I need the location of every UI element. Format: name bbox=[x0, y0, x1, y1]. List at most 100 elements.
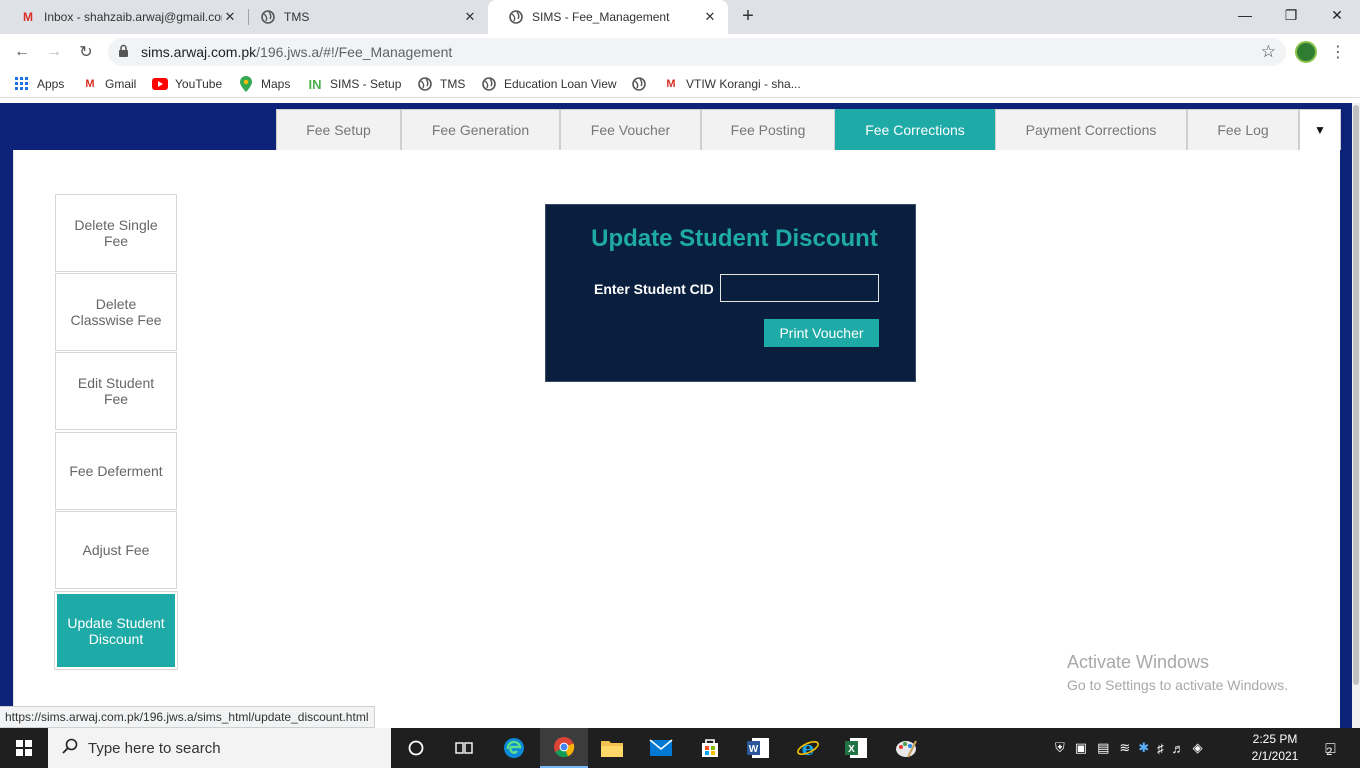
language-icon[interactable]: ♯ bbox=[1157, 741, 1164, 756]
minimize-icon[interactable]: — bbox=[1222, 0, 1268, 30]
task-view-icon[interactable] bbox=[440, 728, 488, 768]
tab-payment-corrections[interactable]: Payment Corrections bbox=[995, 109, 1187, 150]
globe-icon bbox=[481, 76, 497, 92]
print-voucher-button[interactable]: Print Voucher bbox=[764, 319, 879, 347]
page-right-margin bbox=[1340, 150, 1352, 728]
taskbar-search-placeholder: Type here to search bbox=[88, 739, 221, 757]
sidebar-edit-student-fee[interactable]: Edit Student Fee bbox=[55, 352, 177, 430]
svg-text:X: X bbox=[848, 744, 855, 755]
bookmark-apps[interactable]: Apps bbox=[14, 76, 64, 92]
mail-icon[interactable] bbox=[637, 728, 685, 768]
close-icon[interactable]: ✕ bbox=[462, 9, 478, 25]
apps-grid-icon bbox=[14, 76, 30, 92]
reload-icon[interactable]: ↻ bbox=[74, 40, 98, 64]
new-tab-button[interactable]: + bbox=[738, 6, 758, 26]
student-cid-input[interactable] bbox=[720, 274, 879, 302]
bookmark-youtube[interactable]: YouTube bbox=[152, 76, 222, 92]
browser-tab-gmail[interactable]: M Inbox - shahzaib.arwaj@gmail.com ✕ bbox=[0, 0, 248, 34]
address-url: sims.arwaj.com.pk/196.jws.a/#!/Fee_Manag… bbox=[141, 44, 452, 60]
word-icon[interactable]: W bbox=[734, 728, 782, 768]
tabs-more-dropdown[interactable]: ▼ bbox=[1299, 109, 1341, 150]
caret-down-icon: ▼ bbox=[1314, 123, 1326, 137]
update-discount-panel: Update Student Discount Enter Student CI… bbox=[545, 204, 916, 382]
sidebar-delete-classwise-fee[interactable]: Delete Classwise Fee bbox=[55, 273, 177, 351]
bookmark-star-icon[interactable]: ☆ bbox=[1261, 42, 1276, 62]
tab-fee-posting[interactable]: Fee Posting bbox=[701, 109, 835, 150]
browser-tab-strip: M Inbox - shahzaib.arwaj@gmail.com ✕ TMS… bbox=[0, 0, 1360, 34]
bookmark-education-loan[interactable]: Education Loan View bbox=[481, 76, 617, 92]
taskbar-search-box[interactable]: Type here to search bbox=[48, 728, 391, 768]
clock-date: 2/1/2021 bbox=[1251, 749, 1299, 763]
chrome-icon[interactable] bbox=[540, 728, 588, 768]
url-host: sims.arwaj.com.pk bbox=[141, 44, 257, 60]
bookmark-gmail[interactable]: M Gmail bbox=[82, 76, 136, 92]
tab-fee-generation[interactable]: Fee Generation bbox=[401, 109, 560, 150]
excel-icon[interactable]: X bbox=[832, 728, 880, 768]
content-border bbox=[13, 150, 14, 728]
page-left-margin bbox=[0, 150, 13, 728]
windows-start-icon[interactable] bbox=[0, 728, 48, 768]
internet-explorer-icon[interactable]: e bbox=[784, 728, 832, 768]
file-explorer-icon[interactable] bbox=[588, 728, 636, 768]
bookmark-label: Maps bbox=[261, 77, 291, 91]
bookmark-label: Gmail bbox=[105, 77, 137, 91]
globe-icon bbox=[417, 76, 433, 92]
student-cid-label: Enter Student CID bbox=[594, 281, 714, 297]
bookmark-blank[interactable] bbox=[631, 76, 654, 92]
close-icon[interactable]: ✕ bbox=[702, 9, 718, 25]
network-adapter-icon[interactable]: ▣ bbox=[1075, 740, 1087, 756]
sidebar-update-student-discount[interactable]: Update Student Discount bbox=[54, 591, 178, 670]
watermark-title: Activate Windows bbox=[1067, 652, 1210, 672]
address-bar[interactable]: sims.arwaj.com.pk/196.jws.a/#!/Fee_Manag… bbox=[108, 38, 1286, 66]
volume-icon[interactable]: ♬ bbox=[1172, 741, 1185, 756]
notification-center[interactable]: □ 2 bbox=[1314, 736, 1344, 762]
tab-fee-corrections[interactable]: Fee Corrections bbox=[835, 109, 995, 150]
globe-icon bbox=[260, 9, 276, 25]
sidebar-delete-single-fee[interactable]: Delete Single Fee bbox=[55, 194, 177, 272]
bookmark-vtiw[interactable]: M VTIW Korangi - sha... bbox=[663, 76, 800, 92]
page-scrollbar[interactable] bbox=[1352, 103, 1360, 728]
browser-tab-label: Inbox - shahzaib.arwaj@gmail.com bbox=[44, 10, 222, 24]
taskbar-clock[interactable]: 2:25 PM 2/1/2021 bbox=[1244, 731, 1306, 765]
back-icon[interactable]: ← bbox=[10, 40, 34, 64]
tab-fee-log[interactable]: Fee Log bbox=[1187, 109, 1299, 150]
network-icon[interactable]: ◈ bbox=[1193, 740, 1203, 756]
menu-kebab-icon[interactable]: ⋮ bbox=[1330, 42, 1346, 62]
svg-text:e: e bbox=[802, 736, 815, 760]
forward-icon[interactable]: → bbox=[42, 40, 66, 64]
tab-fee-setup[interactable]: Fee Setup bbox=[276, 109, 401, 150]
bookmark-tms[interactable]: TMS bbox=[417, 76, 465, 92]
bookmark-sims-setup[interactable]: IN SIMS - Setup bbox=[307, 76, 402, 92]
browser-tab-label: SIMS - Fee_Management bbox=[532, 10, 670, 24]
sidebar-fee-deferment[interactable]: Fee Deferment bbox=[55, 432, 177, 510]
watermark-subtitle: Go to Settings to activate Windows. bbox=[1067, 677, 1288, 693]
paint-icon[interactable] bbox=[882, 728, 930, 768]
notification-count: 2 bbox=[1326, 746, 1333, 758]
globe-icon bbox=[508, 9, 524, 25]
scrollbar-thumb[interactable] bbox=[1353, 105, 1359, 685]
browser-toolbar: ← → ↻ sims.arwaj.com.pk/196.jws.a/#!/Fee… bbox=[0, 34, 1360, 70]
restore-icon[interactable]: ❐ bbox=[1268, 0, 1314, 30]
bookmark-label: Education Loan View bbox=[504, 77, 617, 91]
bookmark-maps[interactable]: Maps bbox=[238, 76, 290, 92]
edge-icon[interactable] bbox=[490, 728, 538, 768]
clock-time: 2:25 PM bbox=[1252, 732, 1298, 746]
wifi-off-icon[interactable]: ≋ bbox=[1119, 740, 1130, 756]
shield-icon[interactable]: ⛨ bbox=[1055, 740, 1065, 756]
profile-avatar[interactable] bbox=[1295, 41, 1317, 63]
bluetooth-icon[interactable]: ✱ bbox=[1138, 740, 1149, 756]
browser-tab-sims[interactable]: SIMS - Fee_Management ✕ bbox=[488, 0, 728, 34]
windows-taskbar: Type here to search W e X ⛨ ▣ ▤ ≋ ✱ ♯ ♬ … bbox=[0, 728, 1360, 768]
activate-windows-watermark: Activate Windows Go to Settings to activ… bbox=[1067, 652, 1288, 693]
store-icon[interactable] bbox=[686, 728, 734, 768]
tab-fee-voucher[interactable]: Fee Voucher bbox=[560, 109, 701, 150]
browser-tab-tms[interactable]: TMS ✕ bbox=[240, 0, 488, 34]
browser-tab-label: TMS bbox=[284, 10, 310, 24]
bookmark-label: SIMS - Setup bbox=[330, 77, 402, 91]
cortana-icon[interactable] bbox=[392, 728, 440, 768]
display-icon[interactable]: ▤ bbox=[1097, 740, 1109, 756]
window-close-icon[interactable]: ✕ bbox=[1314, 0, 1360, 30]
sidebar-adjust-fee[interactable]: Adjust Fee bbox=[55, 511, 177, 589]
close-icon[interactable]: ✕ bbox=[222, 9, 238, 25]
bookmark-label: Apps bbox=[37, 77, 65, 91]
